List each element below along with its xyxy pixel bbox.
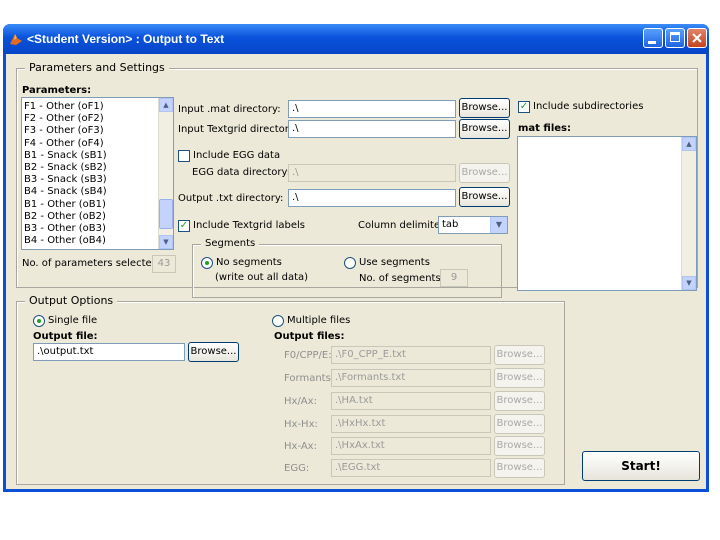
main-window: <Student Version> : Output to Text Param…	[3, 24, 709, 492]
delimiter-select[interactable]: tab ▼	[438, 216, 508, 234]
list-item[interactable]: F1 - Other (oF1)	[22, 101, 158, 113]
hxhx-file-input: .\HxHx.txt	[331, 415, 491, 433]
panel-title: Parameters and Settings	[25, 61, 169, 74]
output-dir-input[interactable]: .\	[288, 189, 456, 207]
include-textgrid-checkbox[interactable]: ✓	[178, 220, 190, 232]
list-item[interactable]: B1 - Other (oB1)	[22, 199, 158, 211]
output-file-browse-button[interactable]: Browse...	[188, 342, 239, 362]
list-item[interactable]: B4 - Snack (sB4)	[22, 186, 158, 198]
f0-file-label: F0/CPP/E:	[284, 350, 332, 361]
include-egg-label: Include EGG data	[193, 150, 281, 161]
output-dir-browse-button[interactable]: Browse...	[459, 187, 510, 207]
single-file-label: Single file	[48, 315, 98, 326]
egg-dir-input: .\	[288, 164, 456, 182]
ha-file-browse-button: Browse...	[494, 391, 545, 411]
output-files-label: Output files:	[274, 331, 345, 342]
egg-file-input: .\EGG.txt	[331, 459, 491, 477]
parameters-scrollbar[interactable]: ▲ ▼	[158, 98, 173, 249]
list-item[interactable]: B2 - Snack (sB2)	[22, 162, 158, 174]
list-item[interactable]: B2 - Other (oB2)	[22, 211, 158, 223]
hxax-file-label: Hx-Ax:	[284, 441, 317, 452]
close-icon	[692, 33, 702, 43]
formants-file-input: .\Formants.txt	[331, 369, 491, 387]
ha-file-input: .\HA.txt	[331, 392, 491, 410]
mat-files-listbox[interactable]: ▲ ▼	[517, 136, 697, 291]
egg-file-label: EGG:	[284, 463, 310, 474]
num-segments-label: No. of segments:	[359, 273, 445, 284]
start-button[interactable]: Start!	[582, 451, 700, 481]
scroll-thumb[interactable]	[159, 199, 173, 229]
output-file-input[interactable]: .\output.txt	[33, 343, 185, 361]
close-button[interactable]	[687, 28, 707, 48]
parameters-listbox[interactable]: F1 - Other (oF1) F2 - Other (oF2) F3 - O…	[21, 97, 174, 250]
include-egg-checkbox[interactable]	[178, 150, 190, 162]
scroll-up-icon[interactable]: ▲	[682, 137, 696, 151]
use-segments-radio[interactable]	[344, 257, 356, 269]
no-segments-radio[interactable]	[201, 257, 213, 269]
minimize-button[interactable]	[643, 28, 663, 48]
num-segments-input: 9	[440, 269, 468, 287]
parameters-label: Parameters:	[22, 85, 92, 96]
mat-dir-input[interactable]: .\	[288, 100, 456, 118]
egg-dir-label: EGG data directory:	[192, 167, 291, 178]
include-subdirs-label: Include subdirectories	[533, 101, 644, 112]
mat-files-label: mat files:	[518, 123, 572, 134]
radio-selected-dot	[37, 319, 41, 323]
minimize-icon	[648, 41, 656, 44]
delimiter-value: tab	[442, 219, 459, 230]
params-selected-label: No. of parameters selected:	[22, 258, 162, 269]
chevron-down-icon: ▼	[490, 217, 507, 233]
list-item[interactable]: B3 - Snack (sB3)	[22, 174, 158, 186]
textgrid-dir-label: Input Textgrid directory:	[178, 124, 298, 135]
list-item[interactable]: F2 - Other (oF2)	[22, 113, 158, 125]
egg-dir-browse-button: Browse...	[459, 163, 510, 183]
mat-dir-browse-button[interactable]: Browse...	[459, 98, 510, 118]
no-segments-label: No segments	[216, 257, 282, 268]
client-area: Parameters and Settings Parameters: F1 -…	[6, 54, 706, 489]
list-item[interactable]: B1 - Snack (sB1)	[22, 150, 158, 162]
output-file-label: Output file:	[33, 331, 98, 342]
output-dir-label: Output .txt directory:	[178, 193, 284, 204]
radio-selected-dot	[205, 261, 209, 265]
matlab-icon	[10, 34, 22, 45]
textgrid-dir-input[interactable]: .\	[288, 120, 456, 138]
list-item[interactable]: B4 - Other (oB4)	[22, 235, 158, 247]
egg-file-browse-button: Browse...	[494, 458, 545, 478]
no-segments-note: (write out all data)	[215, 272, 309, 283]
parameters-items: F1 - Other (oF1) F2 - Other (oF2) F3 - O…	[22, 101, 158, 247]
maximize-button[interactable]	[665, 28, 685, 48]
textgrid-dir-browse-button[interactable]: Browse...	[459, 119, 510, 139]
delimiter-label: Column delimiter:	[358, 220, 448, 231]
use-segments-label: Use segments	[359, 257, 430, 268]
scroll-down-icon[interactable]: ▼	[159, 235, 173, 249]
include-textgrid-label: Include Textgrid labels	[193, 220, 305, 231]
ha-file-label: Hx/Ax:	[284, 396, 317, 407]
mat-dir-label: Input .mat directory:	[178, 104, 281, 115]
list-item[interactable]: F4 - Other (oF4)	[22, 138, 158, 150]
include-subdirs-checkbox[interactable]: ✓	[518, 101, 530, 113]
scroll-up-icon[interactable]: ▲	[159, 98, 173, 112]
list-item[interactable]: F3 - Other (oF3)	[22, 125, 158, 137]
output-panel-title: Output Options	[25, 294, 118, 307]
list-item[interactable]: B3 - Other (oB3)	[22, 223, 158, 235]
multiple-files-radio[interactable]	[272, 315, 284, 327]
single-file-radio[interactable]	[33, 315, 45, 327]
maximize-icon	[670, 32, 680, 42]
f0-file-input: .\F0_CPP_E.txt	[331, 346, 491, 364]
title-bar[interactable]: <Student Version> : Output to Text	[3, 24, 709, 54]
formants-file-label: Formants:	[284, 373, 335, 384]
scroll-down-icon[interactable]: ▼	[682, 276, 696, 290]
params-selected-count: 43	[152, 255, 176, 273]
formants-file-browse-button: Browse...	[494, 368, 545, 388]
hxax-file-input: .\HxAx.txt	[331, 437, 491, 455]
hxhx-file-label: Hx-Hx:	[284, 419, 318, 430]
hxhx-file-browse-button: Browse...	[494, 414, 545, 434]
hxax-file-browse-button: Browse...	[494, 436, 545, 456]
window-title: <Student Version> : Output to Text	[27, 32, 225, 46]
multiple-files-label: Multiple files	[287, 315, 351, 326]
f0-file-browse-button: Browse...	[494, 345, 545, 365]
mat-files-scrollbar[interactable]: ▲ ▼	[681, 137, 696, 290]
segments-title: Segments	[201, 238, 260, 249]
